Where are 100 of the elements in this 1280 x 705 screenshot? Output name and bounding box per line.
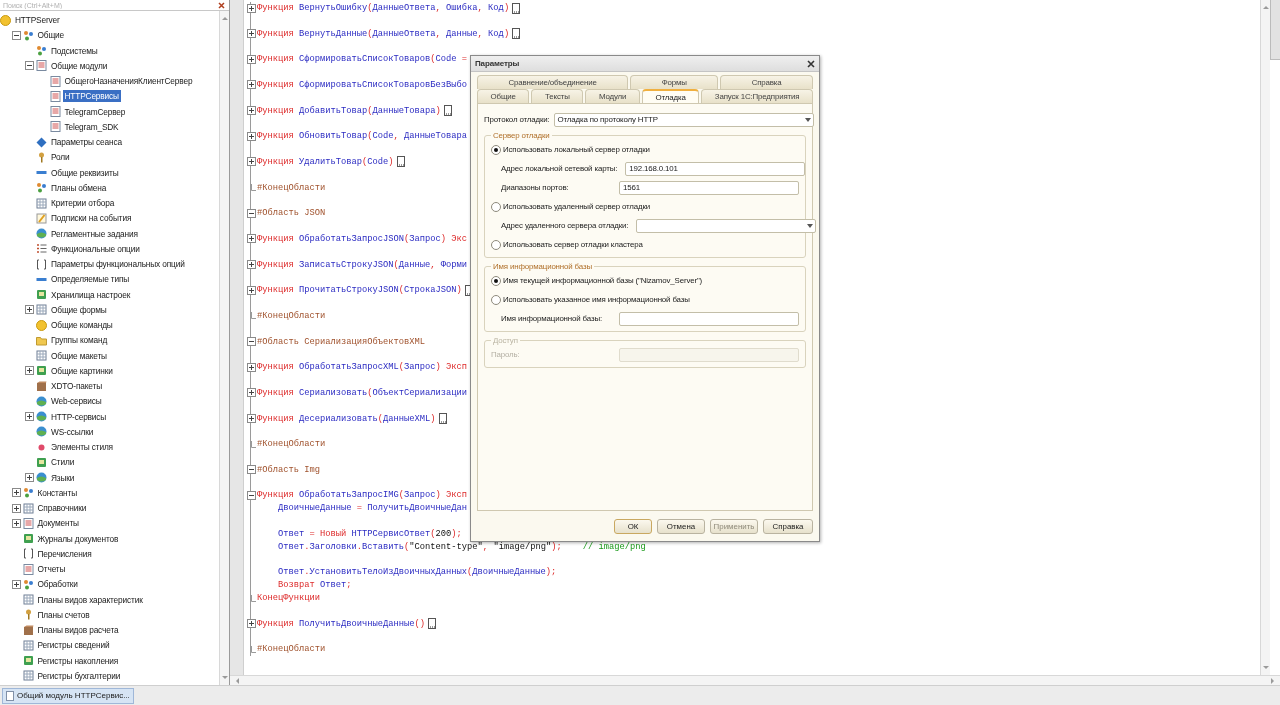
globe-icon <box>36 411 47 423</box>
tree-item[interactable]: Подписки на события <box>49 212 134 225</box>
ellipsis-box-icon[interactable] <box>396 156 405 168</box>
tree-item[interactable]: Справочники <box>35 502 89 515</box>
tree-item[interactable]: Стили <box>49 456 77 469</box>
ellipsis-box-icon[interactable] <box>512 28 521 40</box>
scrollbar[interactable] <box>230 675 1280 685</box>
close-icon[interactable] <box>807 59 815 68</box>
expand-icon[interactable] <box>246 29 256 39</box>
scrollbar[interactable] <box>219 11 229 685</box>
tree-item[interactable]: Общие <box>35 29 67 42</box>
expand-icon[interactable] <box>246 260 256 270</box>
expand-icon[interactable] <box>246 54 256 64</box>
tree-item[interactable]: Общие картинки <box>49 364 115 377</box>
tree-item[interactable]: Общие реквизиты <box>49 166 121 179</box>
expand-icon[interactable] <box>246 131 256 141</box>
tree-item[interactable]: Регистры сведений <box>35 639 112 652</box>
tree-item[interactable]: Определяемые типы <box>49 273 132 286</box>
ellipsis-box-icon[interactable] <box>443 105 452 117</box>
expand-icon[interactable] <box>246 106 256 116</box>
document-icon <box>49 90 61 102</box>
expand-icon[interactable] <box>246 80 256 90</box>
expand-icon[interactable] <box>25 473 34 483</box>
expand-icon[interactable] <box>246 362 256 372</box>
tree-item[interactable]: Обработки <box>35 578 80 591</box>
tree-item[interactable]: Планы счетов <box>35 608 92 621</box>
tree-item[interactable]: Элементы стиля <box>49 441 115 454</box>
input-field[interactable] <box>619 311 799 326</box>
tree-item[interactable]: HTTPServer <box>13 14 62 27</box>
ellipsis-box-icon[interactable] <box>512 2 521 14</box>
tree-item[interactable]: Telegram_SDK <box>62 120 121 133</box>
collapse-icon[interactable] <box>25 61 34 71</box>
expand-icon[interactable] <box>246 234 256 244</box>
expand-icon[interactable] <box>11 503 21 513</box>
tree-item[interactable]: TelegramСервер <box>62 105 128 118</box>
expand-icon[interactable] <box>25 305 34 315</box>
tree-item[interactable]: Планы обмена <box>49 181 109 194</box>
tree-item[interactable]: Перечисления <box>35 547 94 560</box>
tree-item[interactable]: Регистры накопления <box>35 654 121 667</box>
tree-item[interactable]: ОбщегоНазначенияКлиентСервер <box>62 75 195 88</box>
tree-item[interactable]: Константы <box>35 486 79 499</box>
expand-icon[interactable] <box>11 518 21 528</box>
ellipsis-box-icon[interactable] <box>438 413 447 424</box>
tree-item[interactable]: Общие команды <box>49 319 115 332</box>
collapse-icon[interactable] <box>11 30 21 40</box>
tree-item[interactable]: HTTPСервисы <box>62 90 121 103</box>
tree-item[interactable]: Функциональные опции <box>49 242 142 255</box>
tree-item[interactable]: WS-ссылки <box>49 425 96 438</box>
expand-icon[interactable] <box>246 285 256 295</box>
tree-item[interactable]: Отчеты <box>35 563 68 576</box>
dropdown-arrow-icon[interactable] <box>804 117 811 122</box>
tree-item[interactable]: Параметры функциональных опций <box>49 258 187 271</box>
expand-icon[interactable] <box>246 3 256 13</box>
tree-item[interactable]: Журналы документов <box>35 532 121 545</box>
ellipsis-box-icon[interactable] <box>428 618 437 630</box>
tree-item[interactable]: Общие формы <box>49 303 109 316</box>
scroll-up-icon[interactable] <box>221 15 228 22</box>
fold-end-icon <box>250 440 256 448</box>
tree-item[interactable]: Языки <box>49 471 77 484</box>
expand-icon[interactable] <box>246 414 256 423</box>
tree-item[interactable]: Планы видов характеристик <box>35 593 145 606</box>
tree-item[interactable]: Документы <box>35 517 81 530</box>
tree-item[interactable]: Планы видов расчета <box>35 624 121 637</box>
collapse-icon[interactable] <box>246 208 256 218</box>
window-tab[interactable]: Общий модуль HTTPСервис... <box>2 687 134 704</box>
tree-item[interactable]: Общие модули <box>49 59 110 72</box>
scroll-down-icon[interactable] <box>1262 664 1269 671</box>
scroll-down-icon[interactable] <box>221 674 228 681</box>
folder-icon <box>36 334 47 346</box>
collapse-icon[interactable] <box>246 490 256 500</box>
tree-item[interactable]: HTTP-сервисы <box>49 410 109 423</box>
tree-item[interactable]: Хранилища настроек <box>49 288 133 301</box>
collapse-icon[interactable] <box>246 465 256 475</box>
tree-item[interactable]: XDTO-пакеты <box>49 380 104 393</box>
code-line: Функция ЗаписатьСтрокуJSON(Данные, Форми <box>257 258 468 271</box>
tree-item[interactable]: Подсистемы <box>49 44 100 57</box>
scroll-up-icon[interactable] <box>1262 4 1269 11</box>
expand-icon[interactable] <box>246 619 256 629</box>
tree-item[interactable]: Web-сервисы <box>49 395 104 408</box>
close-icon[interactable] <box>218 1 225 9</box>
tree-item[interactable]: Общие макеты <box>49 349 109 362</box>
document-icon <box>49 106 61 118</box>
tree-item[interactable]: Параметры сеанса <box>49 136 124 149</box>
expand-icon[interactable] <box>11 488 21 498</box>
tree-item[interactable]: Критерии отбора <box>49 197 117 210</box>
collapse-icon[interactable] <box>246 337 256 347</box>
expand-icon[interactable] <box>11 579 21 589</box>
code-line: #Область JSON <box>257 207 326 220</box>
tree-item[interactable]: Группы команд <box>49 334 110 347</box>
expand-icon[interactable] <box>25 366 34 376</box>
expand-icon[interactable] <box>25 412 34 422</box>
combo-field[interactable] <box>636 218 817 233</box>
ball-icon <box>36 319 47 331</box>
expand-icon[interactable] <box>246 157 256 167</box>
tree-item[interactable]: Роли <box>49 151 72 164</box>
expand-icon[interactable] <box>246 388 256 398</box>
tree-item[interactable]: Регистры бухгалтерии <box>35 669 123 682</box>
dropdown-arrow-icon[interactable] <box>807 223 814 228</box>
scrollbar[interactable] <box>1260 0 1270 675</box>
tree-item[interactable]: Регламентные задания <box>49 227 140 240</box>
